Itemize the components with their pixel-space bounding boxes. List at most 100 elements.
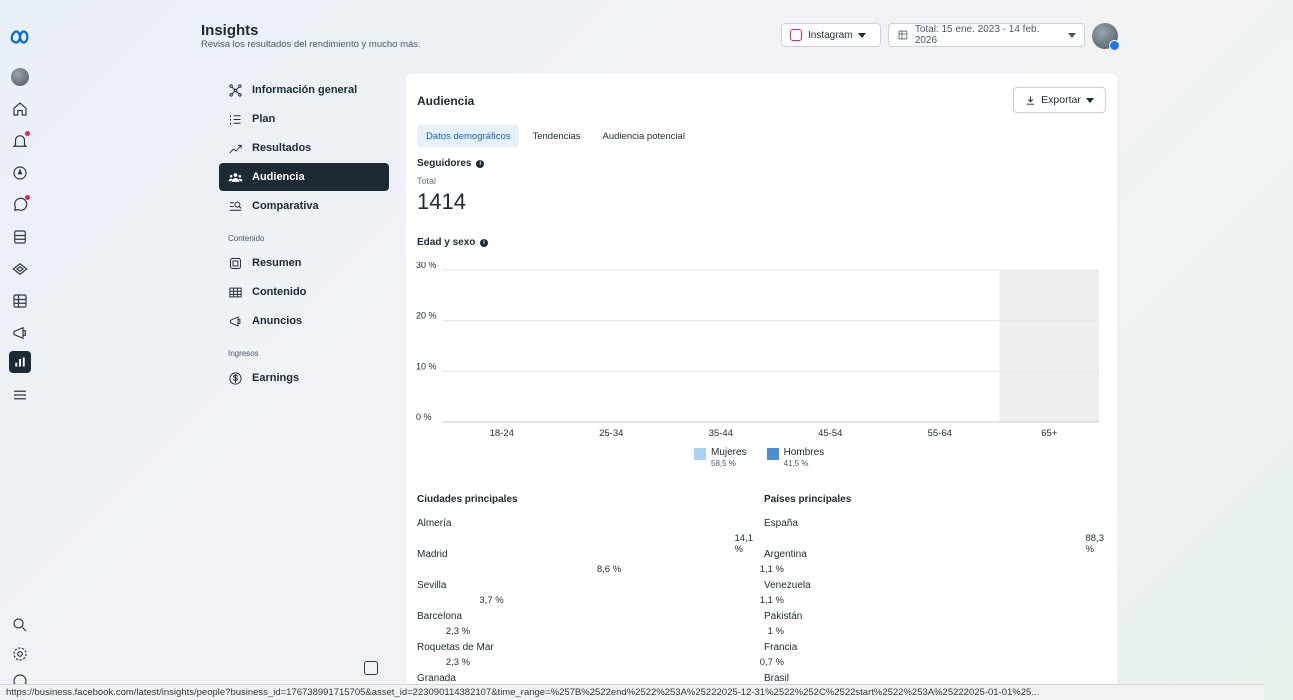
- download-icon: [1026, 95, 1035, 105]
- export-button[interactable]: Exportar: [1013, 87, 1106, 113]
- info-icon[interactable]: i: [480, 239, 489, 247]
- nodes-icon: [229, 83, 242, 97]
- list-item-name: Argentina: [764, 549, 807, 560]
- list-item: Argentina 1,1 %: [760, 549, 1104, 580]
- list-icon: [230, 114, 241, 124]
- meta-logo-icon[interactable]: [9, 26, 31, 48]
- table-icon: [229, 287, 242, 297]
- compare-icon: [229, 201, 242, 211]
- account-avatar-icon[interactable]: [9, 66, 31, 88]
- compass-icon[interactable]: [9, 162, 31, 184]
- nav-item-label: Comparativa: [252, 200, 319, 212]
- posts-icon[interactable]: [9, 226, 31, 248]
- legend-swatch: [694, 448, 706, 460]
- nav-item-summary[interactable]: Resumen: [219, 249, 389, 277]
- legend-share: 58,5 %: [711, 459, 736, 468]
- list-item: Almería 14,1 %: [417, 518, 757, 555]
- profile-avatar[interactable]: [1092, 23, 1120, 51]
- list-item-percent: 2,3 %: [445, 657, 471, 668]
- nav-item-content[interactable]: Contenido: [219, 278, 389, 306]
- nav-item-earnings[interactable]: Earnings: [219, 364, 389, 392]
- nav-item-ads[interactable]: Anuncios: [219, 307, 389, 335]
- cities-list: Almería 14,1 % Madrid 8,6 % Sevilla 3,7 % Barc…: [417, 518, 757, 700]
- platform-label: Instagram: [808, 29, 853, 41]
- followers-heading: Seguidores i: [417, 158, 485, 169]
- x-tick-label: 25-34: [599, 428, 623, 439]
- nav-item-plan[interactable]: Plan: [219, 105, 389, 133]
- list-item-name: Brasil: [764, 673, 790, 684]
- nav-item-label: Resumen: [252, 257, 302, 269]
- list-item-name: Venezuela: [764, 580, 811, 591]
- list-item-percent: 8,6 %: [596, 564, 622, 575]
- list-item-percent: 1 %: [767, 626, 784, 637]
- tab-potential-audience[interactable]: Audiencia potencial: [594, 125, 694, 147]
- age-sex-label: Edad y sexo: [417, 237, 476, 248]
- collapse-sidebar-icon[interactable]: [364, 661, 378, 675]
- age-sex-heading: Edad y sexo i: [417, 237, 489, 248]
- calendar-icon: [898, 30, 908, 40]
- nav-item-label: Información general: [252, 84, 358, 96]
- age-sex-chart: 0 % 10 % 20 % 30 % 18-24 25-34 35-44 45-54 55-64…: [416, 262, 1099, 439]
- dollar-icon: [229, 371, 242, 385]
- list-item-name: Granada: [417, 673, 456, 684]
- list-item: España 88,3 %: [764, 518, 1104, 555]
- nav-item-results[interactable]: Resultados: [219, 134, 389, 162]
- list-item-name: Francia: [764, 642, 798, 653]
- calendar-grid-icon[interactable]: [9, 290, 31, 312]
- list-item-percent: 0,7 %: [759, 657, 784, 668]
- list-item-name: España: [764, 518, 798, 529]
- megaphone-icon[interactable]: [9, 322, 31, 344]
- audience-card: Audiencia Exportar Datos demográficos Te…: [406, 74, 1117, 700]
- list-item-percent: 2,3 %: [445, 626, 471, 637]
- insights-icon[interactable]: [9, 351, 31, 373]
- list-item-name: Almería: [417, 518, 452, 529]
- list-item-name: Barcelona: [417, 611, 463, 622]
- list-item: Venezuela 1,1 %: [760, 580, 1104, 611]
- y-tick-label: 20 %: [416, 311, 437, 321]
- list-item-name: Sevilla: [417, 580, 447, 591]
- list-item-percent: 3,7 %: [479, 595, 504, 606]
- platform-selector[interactable]: Instagram: [781, 23, 881, 47]
- chart-legend: Mujeres 58,5 % Hombres 41,5 %: [694, 447, 824, 468]
- status-url: https://business.facebook.com/latest/ins…: [0, 684, 1264, 700]
- nav-item-audience[interactable]: Audiencia: [219, 163, 389, 191]
- legend-item-women[interactable]: Mujeres 58,5 %: [694, 447, 747, 468]
- countries-heading: Países principales: [764, 494, 852, 505]
- list-item-name: Madrid: [417, 549, 448, 560]
- list-item: Pakistán 1 %: [764, 611, 1104, 642]
- info-icon[interactable]: i: [476, 160, 485, 168]
- x-tick-label: 55-64: [928, 428, 952, 439]
- tab-demographics[interactable]: Datos demográficos: [417, 125, 520, 147]
- messages-icon[interactable]: [9, 194, 31, 216]
- x-tick-label: 35-44: [709, 428, 733, 439]
- menu-icon[interactable]: [9, 384, 31, 406]
- legend-share: 41,5 %: [783, 459, 809, 468]
- instagram-icon: [790, 29, 802, 41]
- nav-item-label: Anuncios: [252, 315, 303, 327]
- date-range-selector[interactable]: Total: 15 ene. 2023 - 14 feb. 2026: [888, 23, 1085, 47]
- settings-icon[interactable]: [9, 643, 31, 665]
- card-title: Audiencia: [417, 94, 475, 108]
- nav-item-overview[interactable]: Información general: [219, 76, 389, 104]
- x-tick-label: 18-24: [490, 428, 514, 439]
- home-icon[interactable]: [9, 98, 31, 120]
- tab-trends[interactable]: Tendencias: [523, 125, 589, 147]
- legend-label: Mujeres: [711, 447, 747, 458]
- nav-item-comparison[interactable]: Comparativa: [219, 192, 389, 220]
- list-item-name: Pakistán: [764, 611, 803, 622]
- list-item: Francia 0,7 %: [760, 642, 1104, 673]
- chevron-down-icon: [858, 32, 867, 38]
- date-range-label: Total: 15 ene. 2023 - 14 feb. 2026: [914, 24, 1040, 46]
- ads-target-icon[interactable]: [9, 258, 31, 280]
- notifications-icon[interactable]: [9, 130, 31, 152]
- trend-icon: [229, 144, 242, 153]
- legend-item-men[interactable]: Hombres 41,5 %: [766, 447, 824, 468]
- total-label: Total: [417, 176, 437, 186]
- left-rail: [0, 0, 42, 700]
- nav-section-content: Contenido: [228, 234, 265, 243]
- people-icon: [228, 172, 243, 182]
- search-icon[interactable]: [9, 614, 31, 636]
- y-tick-label: 30 %: [416, 262, 437, 270]
- followers-label: Seguidores: [417, 158, 472, 169]
- list-item: Sevilla 3,7 %: [417, 580, 757, 611]
